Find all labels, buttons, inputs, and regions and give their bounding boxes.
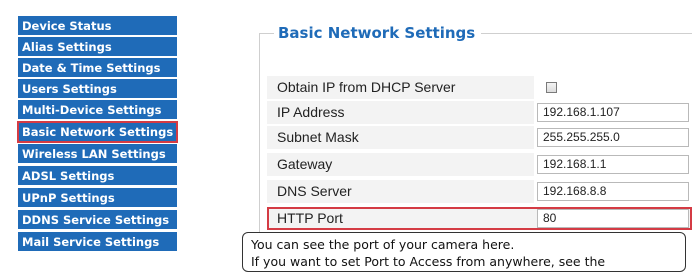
tooltip-line-1: You can see the port of your camera here… <box>251 237 515 252</box>
sidebar-item-wireless-lan-settings[interactable]: Wireless LAN Settings <box>18 144 177 164</box>
ip-address-row: IP Address 192.168.1.107 <box>267 101 692 124</box>
sidebar-item-alias-settings[interactable]: Alias Settings <box>18 37 177 57</box>
sidebar-item-ddns-service-settings[interactable]: DDNS Service Settings <box>18 210 177 230</box>
section-border-left <box>259 33 260 261</box>
subnet-mask-value-cell: 255.255.255.0 <box>534 126 692 149</box>
sidebar: Device Status Alias Settings Date & Time… <box>0 0 240 261</box>
http-port-field[interactable]: 80 <box>537 209 689 228</box>
dns-server-row: DNS Server 192.168.8.8 <box>267 180 692 203</box>
http-port-row: HTTP Port 80 <box>267 207 692 230</box>
dhcp-checkbox[interactable] <box>546 82 557 93</box>
page-title: Basic Network Settings <box>274 23 482 43</box>
subnet-mask-field[interactable]: 255.255.255.0 <box>537 128 689 147</box>
gateway-row: Gateway 192.168.1.1 <box>267 153 692 176</box>
ip-address-field[interactable]: 192.168.1.107 <box>537 103 689 122</box>
gateway-field[interactable]: 192.168.1.1 <box>537 155 689 174</box>
http-port-label: HTTP Port <box>277 210 343 226</box>
dns-server-label: DNS Server <box>277 183 352 199</box>
dhcp-value-cell <box>534 76 692 99</box>
gateway-label: Gateway <box>277 156 333 172</box>
sidebar-item-device-status[interactable]: Device Status <box>18 16 177 36</box>
tooltip-line-2: If you want to set Port to Access from a… <box>251 254 606 269</box>
http-port-value-cell: 80 <box>534 207 692 230</box>
ip-address-label: IP Address <box>277 104 345 120</box>
dhcp-label: Obtain IP from DHCP Server <box>277 79 456 95</box>
sidebar-item-mail-service-settings[interactable]: Mail Service Settings <box>18 232 177 252</box>
gateway-value-cell: 192.168.1.1 <box>534 153 692 176</box>
subnet-mask-row: Subnet Mask 255.255.255.0 <box>267 126 692 149</box>
sidebar-item-adsl-settings[interactable]: ADSL Settings <box>18 166 177 186</box>
sidebar-item-basic-network-settings[interactable]: Basic Network Settings <box>17 121 178 143</box>
dns-server-value-cell: 192.168.8.8 <box>534 180 692 203</box>
sidebar-item-date-time-settings[interactable]: Date & Time Settings <box>18 58 177 78</box>
help-tooltip: You can see the port of your camera here… <box>242 232 686 272</box>
dns-server-field[interactable]: 192.168.8.8 <box>537 182 689 201</box>
subnet-mask-label: Subnet Mask <box>277 129 359 145</box>
sidebar-item-upnp-settings[interactable]: UPnP Settings <box>18 188 177 208</box>
sidebar-item-users-settings[interactable]: Users Settings <box>18 79 177 99</box>
ip-address-value-cell: 192.168.1.107 <box>534 101 692 124</box>
dhcp-row: Obtain IP from DHCP Server <box>267 76 692 99</box>
sidebar-item-multi-device-settings[interactable]: Multi-Device Settings <box>18 100 177 120</box>
